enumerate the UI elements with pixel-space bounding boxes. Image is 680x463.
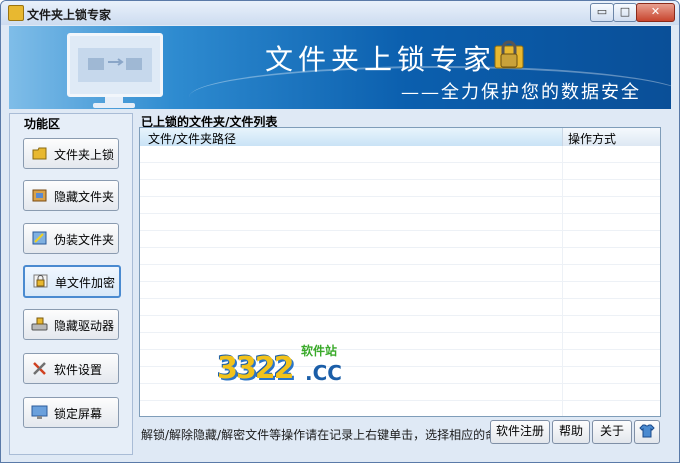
banner-slogan: ——全力保护您的数据安全	[401, 82, 641, 103]
list-header: 文件/文件夹路径 操作方式	[140, 128, 660, 147]
maximize-button[interactable]: □	[613, 3, 637, 22]
banner-title: 文件夹上锁专家	[265, 43, 497, 76]
file-encrypt-button[interactable]: 单文件加密	[23, 265, 121, 298]
monitor-screen	[78, 48, 152, 82]
register-button[interactable]: 软件注册	[490, 420, 550, 444]
folder-lock-label: 文件夹上锁	[54, 148, 115, 162]
hide-folder-button[interactable]: 隐藏文件夹	[23, 180, 119, 211]
site-watermark-logo: 软件站 3322 .CC	[217, 339, 347, 387]
software-settings-label: 软件设置	[54, 363, 103, 377]
hide-drive-label: 隐藏驱动器	[54, 319, 115, 333]
about-button[interactable]: 关于	[592, 420, 632, 444]
column-header-operation[interactable]: 操作方式	[568, 130, 616, 147]
watermark-suffix: .CC	[305, 361, 342, 385]
lock-screen-label: 锁定屏幕	[54, 407, 103, 421]
main-window: 文件夹上锁专家 ▭ □ ✕ 文件夹上锁专家 ——全力保护您的数据安全 功能区 文…	[0, 0, 680, 463]
folder-lock-button[interactable]: 文件夹上锁	[23, 138, 119, 169]
lock-screen-button[interactable]: 锁定屏幕	[23, 397, 119, 428]
column-separator	[562, 146, 563, 416]
folder-lock-icon	[32, 147, 47, 160]
hide-drive-icon	[31, 317, 48, 331]
skin-shirt-icon	[639, 424, 655, 438]
file-encrypt-icon	[33, 274, 48, 288]
disguise-folder-icon	[32, 231, 47, 245]
sidebar-title: 功能区	[24, 117, 61, 131]
title-bar[interactable]: 文件夹上锁专家 ▭ □ ✕	[1, 1, 679, 25]
watermark-site-text: 软件站	[301, 344, 338, 358]
file-encrypt-label: 单文件加密	[55, 276, 116, 290]
monitor-icon	[67, 33, 163, 97]
folder-sync-icon	[88, 58, 142, 70]
disguise-folder-label: 伪装文件夹	[54, 233, 115, 247]
hide-folder-label: 隐藏文件夹	[54, 190, 115, 204]
monitor-base	[93, 103, 135, 108]
disguise-folder-button[interactable]: 伪装文件夹	[23, 223, 119, 254]
padlock-folder-icon	[494, 40, 524, 69]
watermark-number: 3322	[217, 351, 294, 386]
window-title: 文件夹上锁专家	[27, 8, 112, 22]
column-path-label: 文件/文件夹路径	[148, 132, 237, 146]
software-settings-button[interactable]: 软件设置	[23, 353, 119, 384]
hide-drive-button[interactable]: 隐藏驱动器	[23, 309, 119, 340]
app-lock-icon	[8, 5, 24, 21]
header-banner: 文件夹上锁专家 ——全力保护您的数据安全	[9, 26, 671, 109]
lock-screen-icon	[31, 405, 48, 419]
status-hint: 解锁/解除隐藏/解密文件等操作请在记录上右键单击，选择相应的命令。	[141, 428, 522, 442]
skin-button[interactable]	[634, 420, 660, 444]
minimize-button[interactable]: ▭	[590, 3, 614, 22]
hide-folder-icon	[32, 189, 47, 202]
help-button[interactable]: 帮助	[552, 420, 590, 444]
close-button[interactable]: ✕	[636, 3, 675, 22]
column-header-path[interactable]: 文件/文件夹路径	[140, 128, 563, 146]
settings-tools-icon	[33, 362, 46, 375]
function-sidebar: 功能区 文件夹上锁 隐藏文件夹 伪装文件夹 单文件加密 隐藏驱动器 软件设置 锁…	[9, 113, 133, 455]
